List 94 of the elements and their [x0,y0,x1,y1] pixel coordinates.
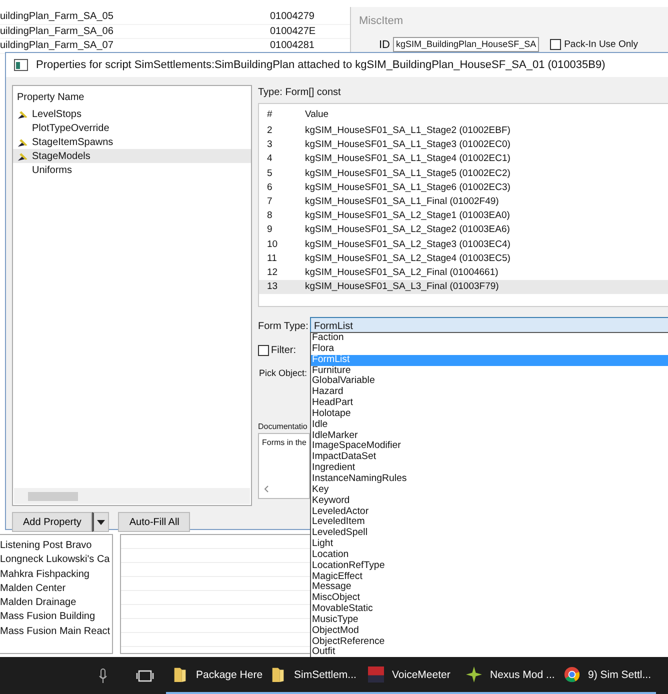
folder-icon [270,666,286,683]
dropdown-button[interactable] [92,512,110,532]
taskbar-app[interactable]: SimSettlem... [264,657,362,694]
taskbar-app[interactable]: 9) Sim Settl... [558,657,656,694]
dropdown-option[interactable]: LeveledActor [311,506,668,518]
location-item[interactable]: Malden Center [0,582,110,596]
form-id: 01004281 [270,39,316,52]
taskbar-app[interactable]: Nexus Mod ... [460,657,558,694]
table-row[interactable]: 5 kgSIM_HouseSF01_SA_L1_Stage5 (01002EC2) [259,166,668,181]
form-id: 0100427E [270,24,317,38]
dropdown-option[interactable]: LeveledItem [311,517,668,528]
table-row[interactable]: 11 kgSIM_HouseSF01_SA_L2_Stage4 (01003EC5) [259,252,668,266]
dropdown-option[interactable]: MagicEffect [311,572,668,582]
table-row[interactable]: 6 kgSIM_HouseSF01_SA_L1_Stage6 (01002EC3) [259,180,668,195]
documentation-label: Documentatio [258,422,308,431]
auto-fill-button[interactable]: Auto-Fill All [118,512,190,532]
dropdown-option[interactable]: InstanceNamingRules [311,474,668,485]
microphone-icon[interactable] [98,668,108,684]
column-header: Value [305,108,329,122]
browser-icon [564,666,580,683]
dropdown-option[interactable]: Light [311,539,668,550]
dropdown-option[interactable]: MusicType [311,614,668,626]
dropdown-option[interactable]: ImageSpaceModifier [311,441,668,452]
pack-in-checkbox[interactable] [550,39,562,50]
property-item[interactable]: StageModels [13,149,251,163]
table-row[interactable]: 10 kgSIM_HouseSF01_SA_L2_Stage3 (01003EC4) [259,238,668,252]
filter-checkbox[interactable] [258,345,269,356]
dropdown-option[interactable]: Furniture [311,366,668,376]
dropdown-option[interactable]: ObjectMod [311,626,668,637]
form-id: 01004279 [270,10,316,24]
mixer-logo-icon [368,666,384,683]
scroll-left-icon[interactable] [263,485,269,493]
location-item[interactable]: Mass Fusion Main React [0,624,110,640]
dropdown-option[interactable]: LocationRefType [311,560,668,572]
dropdown-option[interactable]: Ingredient [311,463,668,474]
table-row[interactable]: 13 kgSIM_HouseSF01_SA_L3_Final (01003F79) [259,280,668,294]
column-header: Property Name [16,91,86,105]
column-header: # [266,108,274,122]
dropdown-option[interactable]: Holotape [311,408,668,420]
location-item[interactable]: Mahkra Fishpacking [0,568,110,582]
dropdown-option[interactable]: Keyword [311,496,668,506]
dropdown-option[interactable]: Idle [311,420,668,431]
table-row[interactable]: 2 kgSIM_HouseSF01_SA_L1_Stage2 (01002EBF) [259,124,668,138]
table-row[interactable]: 3 kgSIM_HouseSF01_SA_L1_Stage3 (01002EC0) [259,138,668,152]
location-item[interactable]: Listening Post Bravo [0,539,110,554]
pick-object-label: Pick Object: [259,368,308,378]
dropdown-option[interactable]: ImpactDataSet [311,452,668,464]
property-item[interactable]: StageItemSpawns [13,135,251,149]
dropdown-option[interactable]: Faction [311,333,668,344]
table-row[interactable]: 7 kgSIM_HouseSF01_SA_L1_Final (01002F49) [259,194,668,210]
table-row[interactable]: 12 kgSIM_HouseSF01_SA_L2_Final (01004661) [259,266,668,280]
location-item[interactable]: Longneck Lukowski's Ca [0,553,110,568]
record-name: uildingPlan_Farm_SA_06 [0,24,114,38]
checkbox-label: Pack-In Use Only [564,39,638,50]
form-type-label: Form Type: [258,321,310,332]
dropdown-option[interactable]: Message [311,582,668,594]
dropdown-option[interactable]: Key [311,484,668,496]
dropdown-option[interactable]: IdleMarker [311,430,668,442]
location-item[interactable]: Mass Fusion Building [0,610,110,625]
taskbar-app[interactable]: VoiceMeeter [362,657,460,694]
task-view-icon[interactable] [136,670,154,682]
property-item[interactable]: LevelStops [13,107,251,121]
dialog-title: Properties for script SimSettlements:SimBuildingPlan attached to kgSIM_BuildingPlan_HouseSF_SA_01 (010035B9) [36,59,606,71]
dropdown-option[interactable]: MiscObject [311,593,668,604]
dropdown-option[interactable]: HeadPart [311,398,668,409]
table-row[interactable]: 4 kgSIM_HouseSF01_SA_L1_Stage4 (01002EC1) [259,152,668,167]
filter-label: Filter: [271,345,296,356]
dropdown-option[interactable]: Outfit [311,647,668,658]
property-item[interactable]: Uniforms [13,163,251,177]
id-label: ID [379,38,390,50]
horizontal-scrollbar[interactable] [14,488,250,504]
dropdown-option[interactable]: Location [311,550,668,561]
table-row[interactable]: 9 kgSIM_HouseSF01_SA_L2_Stage2 (01003EA6) [259,223,668,238]
location-item[interactable]: Malden Drainage [0,596,110,610]
taskbar-app[interactable]: Package Here [166,657,264,694]
record-name: uildingPlan_Farm_SA_05 [0,10,114,24]
table-row[interactable]: 8 kgSIM_HouseSF01_SA_L2_Stage1 (01003EA0) [259,209,668,224]
dropdown-option[interactable]: MovableStatic [311,604,668,615]
type-label: Type: Form[] const [258,86,342,100]
id-field[interactable]: kgSIM_BuildingPlan_HouseSF_SA [393,37,540,52]
documentation-text: Forms in the [262,438,306,447]
dropdown-option[interactable]: Hazard [311,387,668,398]
caret-icon [97,520,106,524]
star-logo-icon [466,666,482,683]
record-name: uildingPlan_Farm_SA_07 [0,39,114,52]
dropdown-option[interactable]: ObjectReference [311,636,668,648]
dropdown-option[interactable]: Flora [311,344,668,355]
window-title: MiscItem [358,14,404,27]
add-property-button[interactable]: Add Property [12,512,92,532]
property-item[interactable]: PlotTypeOverride [13,121,251,135]
folder-icon [172,666,188,683]
dropdown-option[interactable]: GlobalVariable [311,376,668,388]
window-icon [14,59,28,71]
dropdown-option[interactable]: LeveledSpell [311,528,668,540]
